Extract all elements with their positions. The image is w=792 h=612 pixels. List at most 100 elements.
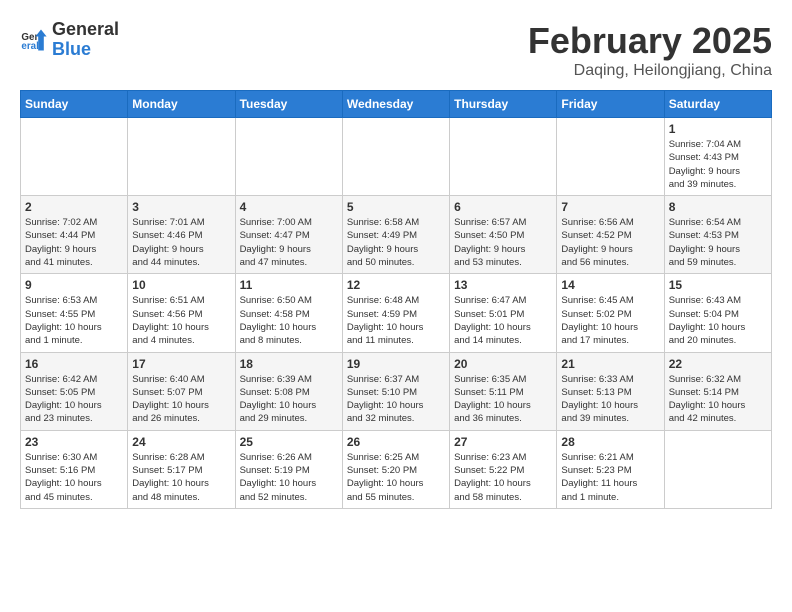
weekday-header-monday: Monday	[128, 91, 235, 118]
calendar-week-row: 23 Sunrise: 6:30 AM Sunset: 5:16 PM Dayli…	[21, 430, 772, 508]
calendar-day-3: 3 Sunrise: 7:01 AM Sunset: 4:46 PM Daylig…	[128, 196, 235, 274]
weekday-header-sunday: Sunday	[21, 91, 128, 118]
day-number: 17	[132, 357, 230, 371]
day-info: Sunrise: 6:50 AM Sunset: 4:58 PM Dayligh…	[240, 294, 338, 347]
calendar-day-27: 27 Sunrise: 6:23 AM Sunset: 5:22 PM Dayli…	[450, 430, 557, 508]
day-number: 28	[561, 435, 659, 449]
calendar-day-6: 6 Sunrise: 6:57 AM Sunset: 4:50 PM Daylig…	[450, 196, 557, 274]
day-info: Sunrise: 6:23 AM Sunset: 5:22 PM Dayligh…	[454, 451, 552, 504]
calendar-day-14: 14Sunrise: 6:45 AM Sunset: 5:02 PM Dayli…	[557, 274, 664, 352]
day-info: Sunrise: 6:54 AM Sunset: 4:53 PM Dayligh…	[669, 216, 767, 269]
calendar-day-16: 16Sunrise: 6:42 AM Sunset: 5:05 PM Dayli…	[21, 352, 128, 430]
calendar-day-4: 4 Sunrise: 7:00 AM Sunset: 4:47 PM Daylig…	[235, 196, 342, 274]
page-header: Gen eral General Blue February 2025 Daqi…	[20, 20, 772, 80]
day-info: Sunrise: 7:02 AM Sunset: 4:44 PM Dayligh…	[25, 216, 123, 269]
day-info: Sunrise: 6:47 AM Sunset: 5:01 PM Dayligh…	[454, 294, 552, 347]
calendar-empty-cell	[21, 118, 128, 196]
calendar-week-row: 16Sunrise: 6:42 AM Sunset: 5:05 PM Dayli…	[21, 352, 772, 430]
day-info: Sunrise: 6:39 AM Sunset: 5:08 PM Dayligh…	[240, 373, 338, 426]
location: Daqing, Heilongjiang, China	[528, 62, 772, 80]
calendar-day-15: 15Sunrise: 6:43 AM Sunset: 5:04 PM Dayli…	[664, 274, 771, 352]
calendar-day-12: 12 Sunrise: 6:48 AM Sunset: 4:59 PM Dayli…	[342, 274, 449, 352]
day-number: 19	[347, 357, 445, 371]
day-info: Sunrise: 6:58 AM Sunset: 4:49 PM Dayligh…	[347, 216, 445, 269]
calendar-week-row: 2 Sunrise: 7:02 AM Sunset: 4:44 PM Daylig…	[21, 196, 772, 274]
day-number: 20	[454, 357, 552, 371]
calendar-day-7: 7Sunrise: 6:56 AM Sunset: 4:52 PM Daylig…	[557, 196, 664, 274]
calendar-day-8: 8 Sunrise: 6:54 AM Sunset: 4:53 PM Daylig…	[664, 196, 771, 274]
day-info: Sunrise: 6:28 AM Sunset: 5:17 PM Dayligh…	[132, 451, 230, 504]
calendar-week-row: 9 Sunrise: 6:53 AM Sunset: 4:55 PM Daylig…	[21, 274, 772, 352]
day-number: 16	[25, 357, 123, 371]
logo-icon: Gen eral	[20, 26, 48, 54]
day-info: Sunrise: 6:57 AM Sunset: 4:50 PM Dayligh…	[454, 216, 552, 269]
day-number: 4	[240, 200, 338, 214]
calendar-day-9: 9 Sunrise: 6:53 AM Sunset: 4:55 PM Daylig…	[21, 274, 128, 352]
calendar-day-11: 11Sunrise: 6:50 AM Sunset: 4:58 PM Dayli…	[235, 274, 342, 352]
weekday-header-thursday: Thursday	[450, 91, 557, 118]
day-number: 22	[669, 357, 767, 371]
day-number: 27	[454, 435, 552, 449]
month-title: February 2025	[528, 20, 772, 62]
calendar-day-26: 26Sunrise: 6:25 AM Sunset: 5:20 PM Dayli…	[342, 430, 449, 508]
calendar-day-21: 21 Sunrise: 6:33 AM Sunset: 5:13 PM Dayli…	[557, 352, 664, 430]
day-info: Sunrise: 6:26 AM Sunset: 5:19 PM Dayligh…	[240, 451, 338, 504]
calendar-day-5: 5 Sunrise: 6:58 AM Sunset: 4:49 PM Daylig…	[342, 196, 449, 274]
day-info: Sunrise: 6:25 AM Sunset: 5:20 PM Dayligh…	[347, 451, 445, 504]
day-number: 23	[25, 435, 123, 449]
calendar-empty-cell	[664, 430, 771, 508]
calendar-day-17: 17 Sunrise: 6:40 AM Sunset: 5:07 PM Dayli…	[128, 352, 235, 430]
day-info: Sunrise: 6:21 AM Sunset: 5:23 PM Dayligh…	[561, 451, 659, 504]
day-number: 24	[132, 435, 230, 449]
day-number: 9	[25, 278, 123, 292]
calendar-day-20: 20 Sunrise: 6:35 AM Sunset: 5:11 PM Dayli…	[450, 352, 557, 430]
calendar-empty-cell	[128, 118, 235, 196]
calendar-day-10: 10 Sunrise: 6:51 AM Sunset: 4:56 PM Dayli…	[128, 274, 235, 352]
day-info: Sunrise: 7:00 AM Sunset: 4:47 PM Dayligh…	[240, 216, 338, 269]
calendar-day-23: 23 Sunrise: 6:30 AM Sunset: 5:16 PM Dayli…	[21, 430, 128, 508]
day-info: Sunrise: 6:30 AM Sunset: 5:16 PM Dayligh…	[25, 451, 123, 504]
day-info: Sunrise: 6:33 AM Sunset: 5:13 PM Dayligh…	[561, 373, 659, 426]
calendar-day-13: 13 Sunrise: 6:47 AM Sunset: 5:01 PM Dayli…	[450, 274, 557, 352]
day-number: 13	[454, 278, 552, 292]
calendar-day-19: 19 Sunrise: 6:37 AM Sunset: 5:10 PM Dayli…	[342, 352, 449, 430]
day-number: 7	[561, 200, 659, 214]
logo: Gen eral General Blue	[20, 20, 119, 60]
day-number: 3	[132, 200, 230, 214]
day-number: 12	[347, 278, 445, 292]
svg-text:eral: eral	[21, 41, 39, 52]
weekday-header-wednesday: Wednesday	[342, 91, 449, 118]
day-info: Sunrise: 6:40 AM Sunset: 5:07 PM Dayligh…	[132, 373, 230, 426]
calendar-week-row: 1Sunrise: 7:04 AM Sunset: 4:43 PM Daylig…	[21, 118, 772, 196]
day-number: 2	[25, 200, 123, 214]
day-number: 8	[669, 200, 767, 214]
calendar-day-24: 24 Sunrise: 6:28 AM Sunset: 5:17 PM Dayli…	[128, 430, 235, 508]
calendar-header-row: SundayMondayTuesdayWednesdayThursdayFrid…	[21, 91, 772, 118]
calendar-day-28: 28 Sunrise: 6:21 AM Sunset: 5:23 PM Dayli…	[557, 430, 664, 508]
calendar-day-25: 25 Sunrise: 6:26 AM Sunset: 5:19 PM Dayli…	[235, 430, 342, 508]
day-info: Sunrise: 6:48 AM Sunset: 4:59 PM Dayligh…	[347, 294, 445, 347]
calendar-empty-cell	[557, 118, 664, 196]
day-info: Sunrise: 6:51 AM Sunset: 4:56 PM Dayligh…	[132, 294, 230, 347]
calendar-table: SundayMondayTuesdayWednesdayThursdayFrid…	[20, 90, 772, 509]
calendar-day-2: 2 Sunrise: 7:02 AM Sunset: 4:44 PM Daylig…	[21, 196, 128, 274]
weekday-header-tuesday: Tuesday	[235, 91, 342, 118]
day-number: 14	[561, 278, 659, 292]
day-info: Sunrise: 7:01 AM Sunset: 4:46 PM Dayligh…	[132, 216, 230, 269]
day-info: Sunrise: 6:53 AM Sunset: 4:55 PM Dayligh…	[25, 294, 123, 347]
day-number: 10	[132, 278, 230, 292]
logo-text-blue: Blue	[52, 40, 119, 60]
day-number: 6	[454, 200, 552, 214]
title-block: February 2025 Daqing, Heilongjiang, Chin…	[528, 20, 772, 80]
day-number: 1	[669, 122, 767, 136]
day-number: 21	[561, 357, 659, 371]
day-number: 5	[347, 200, 445, 214]
weekday-header-saturday: Saturday	[664, 91, 771, 118]
day-info: Sunrise: 6:37 AM Sunset: 5:10 PM Dayligh…	[347, 373, 445, 426]
calendar-empty-cell	[235, 118, 342, 196]
day-number: 25	[240, 435, 338, 449]
logo-text-general: General	[52, 20, 119, 40]
calendar-day-22: 22Sunrise: 6:32 AM Sunset: 5:14 PM Dayli…	[664, 352, 771, 430]
calendar-empty-cell	[342, 118, 449, 196]
day-info: Sunrise: 6:35 AM Sunset: 5:11 PM Dayligh…	[454, 373, 552, 426]
